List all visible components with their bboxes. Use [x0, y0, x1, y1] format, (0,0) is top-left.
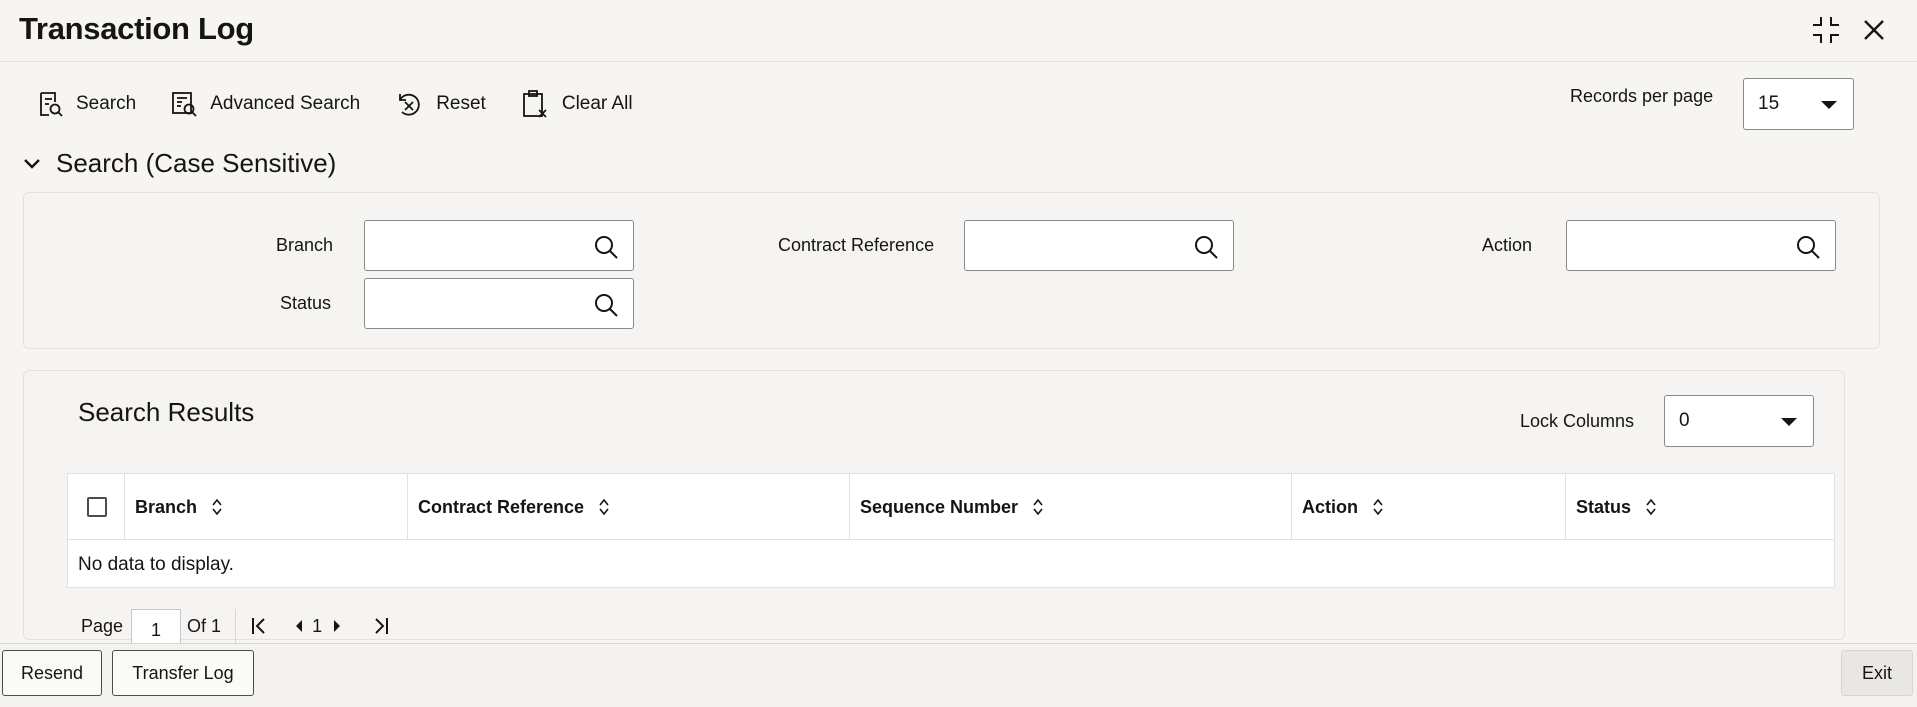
lock-columns-value: 0	[1679, 410, 1690, 431]
branch-label: Branch	[276, 235, 334, 255]
caret-down-icon	[1781, 418, 1797, 426]
search-section-heading: Search (Case Sensitive)	[56, 148, 337, 178]
records-per-page-select[interactable]: 15	[1743, 78, 1854, 130]
search-icon[interactable]	[593, 234, 619, 260]
last-page-button[interactable]	[372, 616, 390, 636]
search-panel: Branch Contract Reference Action Status	[23, 192, 1880, 349]
results-table: Branch Contract Reference Sequence Numbe…	[67, 473, 1835, 588]
sort-icon	[212, 498, 222, 516]
advanced-search-icon	[172, 92, 197, 117]
status-label: Status	[280, 293, 332, 313]
clear-all-icon	[522, 90, 547, 118]
minimize-button[interactable]	[1810, 14, 1842, 46]
last-page-icon	[375, 618, 389, 634]
first-page-button[interactable]	[250, 616, 268, 636]
pagination: Page 1 Of 1 1	[67, 609, 390, 643]
previous-page-button[interactable]	[294, 618, 304, 634]
column-header-branch[interactable]: Branch	[124, 474, 407, 540]
advanced-search-button-label: Advanced Search	[210, 93, 361, 114]
column-header-status[interactable]: Status	[1565, 474, 1835, 540]
sort-icon	[599, 498, 609, 516]
close-button[interactable]	[1858, 14, 1890, 46]
column-header-contract-reference[interactable]: Contract Reference	[407, 474, 849, 540]
branch-input[interactable]	[364, 220, 634, 271]
current-page-number[interactable]: 1	[312, 616, 322, 637]
contract-reference-input[interactable]	[964, 220, 1234, 271]
caret-right-icon	[334, 620, 341, 632]
lock-columns-label: Lock Columns	[1520, 411, 1635, 431]
page-number-input[interactable]: 1	[131, 609, 182, 643]
next-page-button[interactable]	[332, 618, 342, 634]
exit-button[interactable]: Exit	[1841, 650, 1913, 696]
sort-icon	[1373, 498, 1383, 516]
table-header: Branch Contract Reference Sequence Numbe…	[68, 474, 1834, 540]
clear-all-button-label: Clear All	[561, 93, 633, 114]
action-input[interactable]	[1566, 220, 1836, 271]
resend-button[interactable]: Resend	[2, 650, 102, 696]
close-icon	[1864, 20, 1884, 40]
reset-button[interactable]: Reset	[394, 90, 486, 118]
collapse-icon	[1813, 17, 1839, 43]
reset-icon	[399, 93, 420, 116]
search-icon[interactable]	[1795, 234, 1821, 260]
caret-down-icon	[1821, 101, 1837, 109]
lock-columns-select[interactable]: 0	[1664, 395, 1814, 447]
search-results-panel: Search Results Lock Columns 0 Branch Con…	[23, 370, 1845, 643]
page-label: Page	[81, 615, 124, 636]
first-page-icon	[252, 618, 265, 634]
search-document-icon	[40, 92, 63, 117]
title-bar: Transaction Log	[0, 0, 1917, 62]
page-title: Transaction Log	[19, 11, 254, 46]
page-of-label: Of 1	[187, 615, 222, 636]
sort-icon	[1033, 498, 1043, 516]
clear-all-button[interactable]: Clear All	[520, 89, 633, 119]
chevron-down-icon	[24, 158, 40, 169]
empty-message: No data to display.	[78, 554, 234, 575]
search-icon[interactable]	[593, 292, 619, 318]
search-icon[interactable]	[1193, 234, 1219, 260]
sort-icon	[1646, 498, 1656, 516]
advanced-search-button[interactable]: Advanced Search	[170, 90, 360, 118]
records-per-page-value: 15	[1758, 93, 1780, 114]
toolbar: Search Advanced Search Reset Clear All	[36, 84, 667, 124]
search-results-title: Search Results	[78, 397, 255, 427]
column-header-action[interactable]: Action	[1291, 474, 1565, 540]
pager-divider	[235, 609, 237, 643]
search-button[interactable]: Search	[36, 90, 136, 118]
reset-button-label: Reset	[436, 93, 486, 114]
search-section-toggle[interactable]: Search (Case Sensitive)	[22, 148, 336, 179]
footer-bar: Resend Transfer Log Exit	[0, 643, 1917, 707]
contract-reference-label: Contract Reference	[778, 235, 935, 255]
caret-left-icon	[296, 620, 303, 632]
search-button-label: Search	[76, 93, 137, 114]
action-label: Action	[1482, 235, 1533, 255]
transfer-log-button[interactable]: Transfer Log	[112, 650, 254, 696]
status-input[interactable]	[364, 278, 634, 329]
select-all-checkbox[interactable]	[87, 497, 107, 517]
column-header-sequence-number[interactable]: Sequence Number	[849, 474, 1291, 540]
records-per-page-label: Records per page	[1570, 86, 1714, 106]
